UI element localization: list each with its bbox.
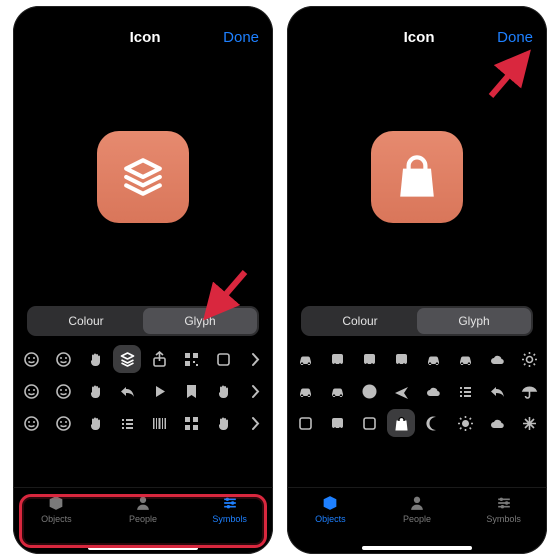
app-icon-preview bbox=[97, 131, 189, 223]
segment-glyph[interactable]: Glyph bbox=[417, 308, 531, 334]
glyph-train-icon[interactable] bbox=[355, 345, 383, 373]
tab-symbols[interactable]: Symbols bbox=[460, 494, 547, 524]
glyph-bookmark-icon[interactable] bbox=[177, 377, 205, 405]
glyph-ship-icon[interactable] bbox=[483, 345, 511, 373]
glyph-sign-icon[interactable] bbox=[355, 409, 383, 437]
glyph-horns-icon[interactable] bbox=[81, 377, 109, 405]
tab-people[interactable]: People bbox=[100, 494, 187, 524]
glyph-picker[interactable] bbox=[287, 340, 547, 438]
glyph-relay-icon[interactable] bbox=[355, 377, 383, 405]
layers-icon bbox=[115, 149, 171, 205]
done-button[interactable]: Done bbox=[223, 29, 259, 46]
segment-control[interactable]: Colour Glyph bbox=[27, 306, 259, 336]
left-screenshot: Icon Done Colour Glyph bbox=[13, 6, 273, 554]
glyph-cloud-icon[interactable] bbox=[483, 409, 511, 437]
scroll-right-icon[interactable] bbox=[241, 377, 269, 405]
app-icon-preview bbox=[371, 131, 463, 223]
glyph-play-icon[interactable] bbox=[145, 377, 173, 405]
glyph-love-icon[interactable] bbox=[49, 377, 77, 405]
glyph-plane-icon[interactable] bbox=[387, 377, 415, 405]
header: Icon Done bbox=[287, 6, 547, 52]
glyph-barcode-icon[interactable] bbox=[145, 409, 173, 437]
glyph-palm-icon[interactable] bbox=[209, 377, 237, 405]
glyph-snow-icon[interactable] bbox=[515, 409, 543, 437]
glyph-truck-icon[interactable] bbox=[451, 345, 479, 373]
glyph-scooter-icon[interactable] bbox=[419, 345, 447, 373]
glyph-share-icon[interactable] bbox=[145, 345, 173, 373]
glyph-qr-icon[interactable] bbox=[177, 345, 205, 373]
glyph-sun-icon[interactable] bbox=[451, 409, 479, 437]
glyph-stop-icon[interactable] bbox=[209, 409, 237, 437]
segment-control[interactable]: Colour Glyph bbox=[301, 306, 533, 336]
glyph-layers-icon[interactable] bbox=[113, 345, 141, 373]
tab-objects[interactable]: Objects bbox=[13, 494, 100, 524]
segment-colour[interactable]: Colour bbox=[303, 308, 417, 334]
icon-preview bbox=[13, 52, 273, 302]
glyph-neutral-icon[interactable] bbox=[17, 409, 45, 437]
category-tabs: Objects People Symbols bbox=[287, 487, 547, 554]
home-indicator bbox=[88, 546, 198, 550]
glyph-alien-icon[interactable] bbox=[17, 345, 45, 373]
glyph-metro-icon[interactable] bbox=[323, 409, 351, 437]
page-title: Icon bbox=[67, 29, 223, 46]
scroll-right-icon[interactable] bbox=[241, 345, 269, 373]
glyph-fist-icon[interactable] bbox=[81, 409, 109, 437]
scroll-right-icon[interactable] bbox=[241, 409, 269, 437]
glyph-bike-icon[interactable] bbox=[323, 377, 351, 405]
glyph-gear-icon[interactable] bbox=[515, 345, 543, 373]
glyph-moon-icon[interactable] bbox=[419, 409, 447, 437]
glyph-fuel-icon[interactable] bbox=[291, 409, 319, 437]
glyph-reply-icon[interactable] bbox=[113, 377, 141, 405]
done-button[interactable]: Done bbox=[497, 29, 533, 46]
tab-objects[interactable]: Objects bbox=[287, 494, 374, 524]
glyph-cutlery-icon[interactable] bbox=[451, 377, 479, 405]
shopping-bag-icon bbox=[389, 149, 445, 205]
tab-people[interactable]: People bbox=[374, 494, 461, 524]
glyph-sleep-icon[interactable] bbox=[49, 409, 77, 437]
glyph-hanger-icon[interactable] bbox=[483, 377, 511, 405]
glyph-umbrella-icon[interactable] bbox=[515, 377, 543, 405]
glyph-bus-icon[interactable] bbox=[323, 345, 351, 373]
icon-preview bbox=[287, 52, 547, 302]
category-tabs: Objects People Symbols bbox=[13, 487, 273, 554]
glyph-bag-icon[interactable] bbox=[387, 409, 415, 437]
segment-glyph[interactable]: Glyph bbox=[143, 308, 257, 334]
page-title: Icon bbox=[341, 29, 497, 46]
header: Icon Done bbox=[13, 6, 273, 52]
glyph-smile-icon[interactable] bbox=[49, 345, 77, 373]
glyph-motorbike-icon[interactable] bbox=[291, 377, 319, 405]
right-screenshot: Icon Done Colour Glyph bbox=[287, 6, 547, 554]
tab-symbols[interactable]: Symbols bbox=[186, 494, 273, 524]
glyph-car-icon[interactable] bbox=[291, 345, 319, 373]
glyph-list-icon[interactable] bbox=[113, 409, 141, 437]
glyph-boat-icon[interactable] bbox=[419, 377, 447, 405]
home-indicator bbox=[362, 546, 472, 550]
glyph-grid-icon[interactable] bbox=[177, 409, 205, 437]
glyph-picker[interactable] bbox=[13, 340, 273, 438]
glyph-peace-icon[interactable] bbox=[81, 345, 109, 373]
glyph-grin-icon[interactable] bbox=[17, 377, 45, 405]
glyph-tram-icon[interactable] bbox=[387, 345, 415, 373]
glyph-square-icon[interactable] bbox=[209, 345, 237, 373]
segment-colour[interactable]: Colour bbox=[29, 308, 143, 334]
